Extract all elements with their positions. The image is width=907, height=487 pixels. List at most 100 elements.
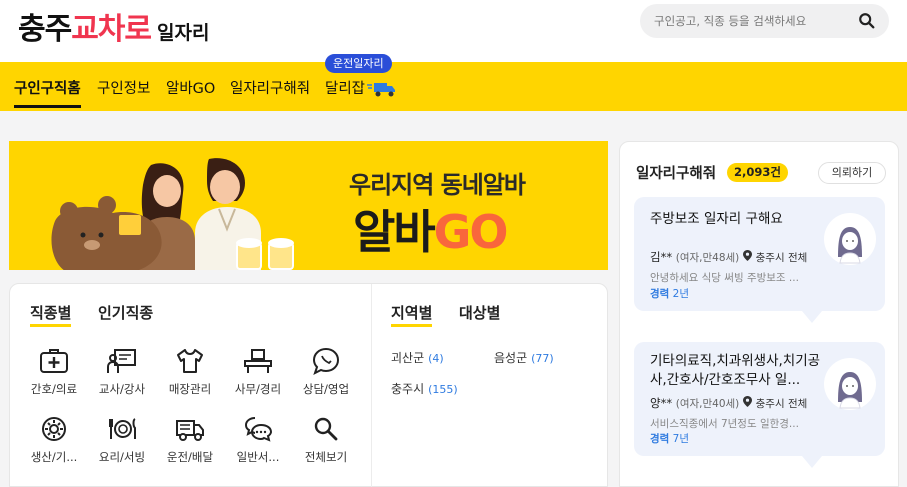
region-name: 음성군 bbox=[494, 351, 528, 365]
search-icon[interactable] bbox=[858, 12, 876, 30]
card-title: 주방보조 일자리 구해요 bbox=[650, 211, 783, 227]
first-aid-kit-icon bbox=[40, 349, 68, 373]
category-label: 사무/경리 bbox=[234, 382, 282, 396]
category-teacher[interactable]: 교사/강사 bbox=[91, 347, 153, 397]
card-exp-value: 2년 bbox=[672, 288, 690, 300]
logo-part2: 교차로 bbox=[71, 12, 152, 47]
category-panel: 직종별 인기직종 간호/의료 교사/강사 매장관리 사무/경리 상담/영업 생산… bbox=[9, 283, 608, 487]
card-name: 양** bbox=[650, 396, 673, 410]
card-description: 서비스직종에서 7년정도 일한경... bbox=[650, 418, 799, 430]
avatar bbox=[824, 358, 876, 410]
tab-popular-jobs[interactable]: 인기직종 bbox=[98, 302, 153, 323]
category-view-all[interactable]: 전체보기 bbox=[295, 415, 357, 465]
banner-line2: 알바GO bbox=[353, 196, 509, 262]
search-placeholder: 구인공고, 직종 등을 검색하세요 bbox=[654, 14, 807, 28]
category-driving-delivery[interactable]: 운전/배달 bbox=[159, 415, 221, 465]
nav-item-dallijob-label: 달리잡 bbox=[325, 81, 366, 97]
site-logo[interactable]: 충주교차로 일자리 bbox=[18, 4, 209, 48]
user-avatar-icon bbox=[838, 372, 862, 409]
card-info: (여자,만40세) bbox=[675, 398, 740, 410]
category-store-management[interactable]: 매장관리 bbox=[159, 347, 221, 397]
truck-icon bbox=[176, 420, 204, 441]
banner-line2-a: 알바 bbox=[353, 205, 436, 259]
card-notch bbox=[802, 456, 822, 468]
job-seeker-card[interactable]: 주방보조 일자리 구해요 김** (여자,만48세) 충주시 전체 안녕하세요 … bbox=[634, 197, 885, 323]
category-consulting-sales[interactable]: 상담/영업 bbox=[295, 347, 357, 397]
gear-icon bbox=[42, 417, 66, 441]
category-label: 운전/배달 bbox=[166, 450, 214, 464]
card-description: 안녕하세요 식당 써빙 주방보조 ... bbox=[650, 272, 799, 284]
main-nav: 구인구직홈 구인정보 알바GO 일자리구해줘 달리잡 bbox=[0, 62, 907, 111]
category-label: 일반서... bbox=[236, 450, 280, 464]
category-label: 교사/강사 bbox=[98, 382, 146, 396]
logo-part3: 일자리 bbox=[157, 22, 210, 44]
region-count: (77) bbox=[531, 352, 554, 365]
card-exp-value: 7년 bbox=[672, 433, 690, 445]
request-count-badge: 2,093건 bbox=[727, 163, 788, 182]
category-label: 간호/의료 bbox=[30, 382, 78, 396]
nav-item-find-me-job[interactable]: 일자리구해줘 bbox=[230, 77, 310, 98]
nav-item-albago[interactable]: 알바GO bbox=[166, 77, 215, 98]
category-label: 요리/서빙 bbox=[98, 450, 146, 464]
teacher-board-icon bbox=[107, 349, 136, 373]
category-nursing-medical[interactable]: 간호/의료 bbox=[23, 347, 85, 397]
panel-divider bbox=[371, 284, 372, 487]
card-location-text: 충주시 전체 bbox=[755, 398, 808, 410]
category-label: 매장관리 bbox=[168, 382, 212, 396]
location-pin-icon bbox=[743, 250, 753, 261]
category-general-service[interactable]: 일반서... bbox=[227, 415, 289, 465]
card-notch bbox=[802, 311, 822, 323]
category-label: 상담/영업 bbox=[302, 382, 350, 396]
banner-illustration bbox=[51, 158, 294, 270]
card-exp-label: 경력 bbox=[650, 433, 670, 445]
nav-tooltip-badge: 운전일자리 bbox=[325, 54, 392, 73]
request-button[interactable]: 의뢰하기 bbox=[818, 162, 886, 184]
category-office[interactable]: 사무/경리 bbox=[227, 347, 289, 397]
region-name: 괴산군 bbox=[391, 351, 425, 365]
region-item-chungju[interactable]: 충주시 (155) bbox=[391, 380, 458, 397]
category-label: 생산/기... bbox=[30, 450, 78, 464]
job-request-sidebar: 일자리구해줘 2,093건 의뢰하기 주방보조 일자리 구해요 김** (여자,… bbox=[619, 141, 899, 487]
sidebar-title: 일자리구해줘 bbox=[636, 166, 717, 182]
office-desk-icon bbox=[244, 349, 272, 373]
card-title: 기타의료직,치과위생사,치기공사,간호사/간호조무사 일... bbox=[650, 353, 821, 388]
job-seeker-card[interactable]: 기타의료직,치과위생사,치기공사,간호사/간호조무사 일... 양** (여자,… bbox=[634, 342, 885, 468]
card-experience: 경력 2년 bbox=[650, 286, 689, 301]
phone-chat-icon bbox=[312, 347, 340, 375]
card-location: 충주시 전체 bbox=[743, 396, 808, 410]
region-item-eumseong[interactable]: 음성군 (77) bbox=[494, 349, 554, 366]
tab-by-region[interactable]: 지역별 bbox=[391, 302, 433, 327]
category-production[interactable]: 생산/기... bbox=[23, 415, 85, 465]
tab-by-job[interactable]: 직종별 bbox=[30, 302, 72, 327]
search-icon bbox=[314, 417, 338, 441]
nav-item-jobs[interactable]: 구인정보 bbox=[97, 77, 150, 98]
logo-part1: 충주 bbox=[18, 12, 72, 47]
header: 충주교차로 일자리 구인공고, 직종 등을 검색하세요 bbox=[0, 0, 907, 62]
search-input[interactable]: 구인공고, 직종 등을 검색하세요 bbox=[640, 4, 889, 38]
chat-bubbles-icon bbox=[244, 417, 273, 442]
location-pin-icon bbox=[743, 396, 753, 407]
region-item-goesan[interactable]: 괴산군 (4) bbox=[391, 349, 444, 366]
category-cooking-serving[interactable]: 요리/서빙 bbox=[91, 415, 153, 465]
delivery-truck-icon bbox=[367, 83, 396, 97]
avatar bbox=[824, 213, 876, 265]
card-info: (여자,만48세) bbox=[675, 252, 740, 264]
card-location: 충주시 전체 bbox=[743, 250, 808, 264]
card-exp-label: 경력 bbox=[650, 288, 670, 300]
nav-item-home[interactable]: 구인구직홈 bbox=[14, 77, 81, 108]
banner-line1: 우리지역 동네알바 bbox=[349, 171, 526, 199]
region-count: (4) bbox=[428, 352, 444, 365]
card-experience: 경력 7년 bbox=[650, 431, 689, 446]
category-label: 전체보기 bbox=[304, 450, 348, 464]
nav-item-dallijob[interactable]: 달리잡 bbox=[325, 77, 397, 98]
tab-by-target[interactable]: 대상별 bbox=[459, 302, 500, 323]
card-person: 양** (여자,만40세) 충주시 전체 bbox=[650, 395, 807, 411]
card-name: 김** bbox=[650, 250, 673, 264]
page: 충주교차로 일자리 구인공고, 직종 등을 검색하세요 구인구직홈 구인정보 알바… bbox=[0, 0, 907, 487]
card-person: 김** (여자,만48세) 충주시 전체 bbox=[650, 249, 807, 265]
region-name: 충주시 bbox=[391, 382, 425, 396]
region-count: (155) bbox=[428, 383, 458, 396]
shirt-icon bbox=[177, 349, 203, 373]
promo-banner[interactable]: 우리지역 동네알바 알바GO bbox=[9, 141, 608, 270]
card-location-text: 충주시 전체 bbox=[755, 252, 808, 264]
